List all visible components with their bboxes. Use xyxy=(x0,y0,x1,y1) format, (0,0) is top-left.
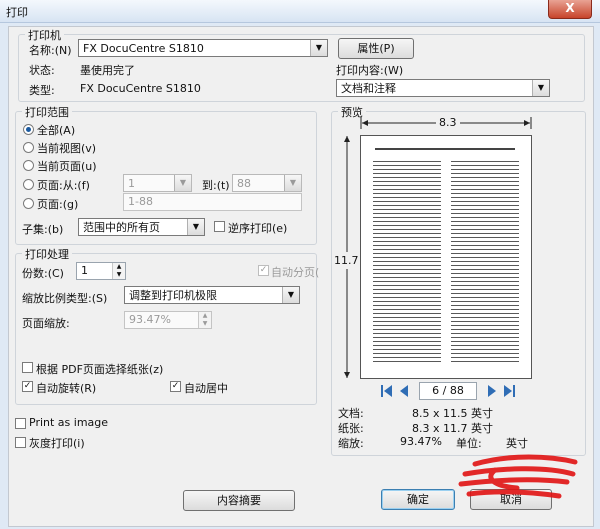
grayscale-label: 灰度打印(i) xyxy=(29,437,85,450)
print-as-image-label: Print as image xyxy=(29,416,109,429)
page-to-select[interactable]: 88 ▼ xyxy=(232,174,302,192)
print-dialog: 打印 X 打印机 名称:(N) FX DocuCentre S1810 ▼ 属性… xyxy=(0,0,600,529)
print-as-image-checkbox[interactable] xyxy=(15,418,26,429)
collate-checkbox[interactable]: ✓ xyxy=(258,265,269,276)
range-pages-label: 页面:(g) xyxy=(37,198,79,211)
page-from-select[interactable]: 1 ▼ xyxy=(123,174,192,192)
range-current-page-label: 当前页面(u) xyxy=(37,160,97,173)
handling-group-title: 打印处理 xyxy=(22,246,72,262)
paper-size-value: 8.3 x 11.7 英寸 xyxy=(412,422,493,435)
chevron-down-icon: ▼ xyxy=(284,175,301,191)
paper-size-label: 纸张: xyxy=(338,422,364,435)
next-page-icon[interactable] xyxy=(488,385,496,397)
auto-rotate-label: 自动旋转(R) xyxy=(36,382,97,395)
document-size-value: 8.5 x 11.5 英寸 xyxy=(412,407,493,420)
range-current-view-radio[interactable] xyxy=(23,142,34,153)
reverse-checkbox[interactable] xyxy=(214,221,225,232)
scaling-type-value: 调整到打印机极限 xyxy=(129,289,217,302)
auto-rotate-checkbox[interactable]: ✓ xyxy=(22,381,33,392)
title-bar: 打印 X xyxy=(0,0,600,23)
first-page-icon[interactable] xyxy=(384,385,392,397)
reverse-label: 逆序打印(e) xyxy=(228,222,288,235)
window-title: 打印 xyxy=(6,6,28,19)
paper-source-label: 根据 PDF页面选择纸张(z) xyxy=(36,363,164,376)
range-all-radio[interactable] xyxy=(23,124,34,135)
collate-label: 自动分页( xyxy=(271,266,320,279)
first-page-bar xyxy=(381,385,383,397)
red-scribble-annotation xyxy=(458,454,578,499)
print-content-value: 文档和注释 xyxy=(341,82,396,95)
ok-button[interactable]: 确定 xyxy=(381,489,455,510)
properties-button[interactable]: 属性(P) xyxy=(338,38,414,59)
pages-input[interactable]: 1-88 xyxy=(123,193,302,211)
subset-label: 子集:(b) xyxy=(22,223,64,236)
chevron-down-icon: ▼ xyxy=(532,80,549,96)
chevron-down-icon: ▼ xyxy=(282,287,299,303)
page-to-value: 88 xyxy=(237,177,251,190)
unit-label: 单位: xyxy=(456,437,482,450)
scaling-type-label: 缩放比例类型:(S) xyxy=(22,292,108,305)
scale-label: 缩放: xyxy=(338,437,364,450)
close-button[interactable]: X xyxy=(548,0,592,19)
page-header-line xyxy=(375,148,515,150)
page-from-value: 1 xyxy=(128,177,135,190)
subset-select[interactable]: 范围中的所有页 ▼ xyxy=(78,218,205,236)
range-pages-from-label: 页面:从:(f) xyxy=(37,179,90,192)
printer-group-title: 打印机 xyxy=(25,27,64,43)
range-current-view-label: 当前视图(v) xyxy=(37,142,97,155)
scaling-type-select[interactable]: 调整到打印机极限 ▼ xyxy=(124,286,300,304)
range-current-page-radio[interactable] xyxy=(23,160,34,171)
summary-button[interactable]: 内容摘要 xyxy=(183,490,295,511)
page-scale-label: 页面缩放: xyxy=(22,317,70,330)
spinner-icon[interactable]: ▲ ▼ xyxy=(198,312,211,328)
scale-value: 93.47% xyxy=(400,435,442,448)
printer-name-select[interactable]: FX DocuCentre S1810 ▼ xyxy=(78,39,328,57)
range-pages-radio[interactable] xyxy=(23,198,34,209)
copies-label: 份数:(C) xyxy=(22,267,64,280)
subset-value: 范围中的所有页 xyxy=(83,221,160,234)
print-content-label: 打印内容:(W) xyxy=(336,64,404,77)
copies-value: 1 xyxy=(81,264,88,277)
page-indicator-input[interactable]: 6 / 88 xyxy=(419,382,477,400)
page-scale-input[interactable]: 93.47% ▲ ▼ xyxy=(124,311,212,329)
auto-center-checkbox[interactable]: ✓ xyxy=(170,381,181,392)
chevron-down-icon: ▼ xyxy=(310,40,327,56)
printer-name-value: FX DocuCentre S1810 xyxy=(83,42,204,55)
page-preview xyxy=(360,135,532,379)
range-all-label: 全部(A) xyxy=(37,124,76,137)
width-dimension-label: 8.3 xyxy=(436,116,460,129)
chevron-down-icon: ▼ xyxy=(174,175,191,191)
last-page-icon[interactable] xyxy=(504,385,512,397)
paper-source-checkbox[interactable] xyxy=(22,362,33,373)
print-content-select[interactable]: 文档和注释 ▼ xyxy=(336,79,550,97)
status-value: 墨使用完了 xyxy=(80,64,135,77)
previous-page-icon[interactable] xyxy=(400,385,408,397)
text-column-left xyxy=(373,160,441,365)
auto-center-label: 自动居中 xyxy=(184,382,228,395)
unit-value: 英寸 xyxy=(506,437,528,450)
chevron-down-icon: ▼ xyxy=(187,219,204,235)
spinner-icon[interactable]: ▲ ▼ xyxy=(112,263,125,279)
text-column-right xyxy=(451,160,519,365)
document-size-label: 文档: xyxy=(338,407,364,420)
last-page-bar xyxy=(513,385,515,397)
height-dimension-label: 11.7 xyxy=(334,252,359,269)
copies-input[interactable]: 1 ▲ ▼ xyxy=(76,262,126,280)
type-value: FX DocuCentre S1810 xyxy=(80,82,201,95)
type-label: 类型: xyxy=(29,84,55,97)
page-scale-value: 93.47% xyxy=(129,313,171,326)
status-label: 状态: xyxy=(29,64,55,77)
range-pages-from-radio[interactable] xyxy=(23,179,34,190)
printer-name-label: 名称:(N) xyxy=(29,44,72,57)
grayscale-checkbox[interactable] xyxy=(15,437,26,448)
range-group-title: 打印范围 xyxy=(22,104,72,120)
page-to-label: 到:(t) xyxy=(202,179,230,192)
